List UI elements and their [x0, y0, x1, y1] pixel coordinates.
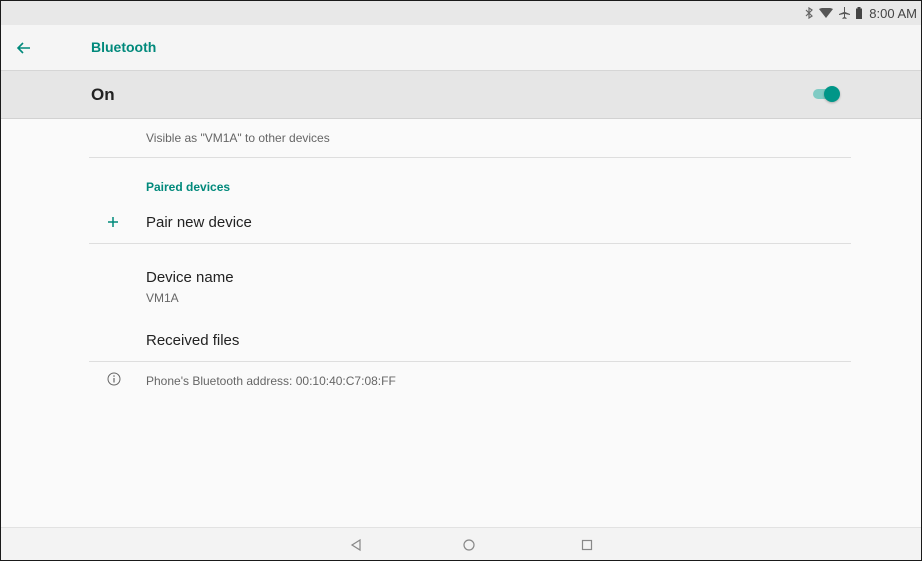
device-name-value: VM1A — [146, 291, 179, 305]
app-bar: Bluetooth — [1, 25, 921, 71]
navigation-bar — [1, 527, 921, 560]
divider — [89, 243, 851, 244]
info-icon — [107, 372, 121, 386]
device-name-label: Device name — [146, 269, 234, 286]
master-switch-label: On — [91, 85, 115, 104]
screen: 8:00 AM Bluetooth On Visible as "VM1A" t… — [0, 0, 922, 561]
received-files-label: Received files — [146, 332, 240, 349]
bluetooth-address-text: Phone's Bluetooth address: 00:10:40:C7:0… — [146, 374, 396, 388]
recents-nav-icon[interactable] — [577, 535, 597, 555]
status-icons: 8:00 AM — [804, 1, 917, 25]
pair-new-device-label: Pair new device — [146, 214, 252, 231]
back-arrow-icon[interactable] — [13, 37, 35, 59]
clock: 8:00 AM — [869, 5, 917, 21]
pair-new-device-item[interactable]: Pair new device — [89, 201, 851, 241]
divider — [89, 361, 851, 362]
wifi-icon — [819, 7, 834, 19]
received-files-item[interactable]: Received files — [89, 323, 851, 359]
device-name-item[interactable]: Device name VM1A — [89, 263, 851, 311]
status-bar: 8:00 AM — [1, 1, 921, 25]
plus-icon — [106, 215, 120, 229]
home-nav-icon[interactable] — [459, 535, 479, 555]
bluetooth-master-switch-row[interactable]: On — [1, 71, 921, 119]
bluetooth-icon — [804, 7, 814, 19]
airplane-icon — [838, 6, 851, 20]
toggle-thumb — [824, 86, 840, 102]
battery-icon — [856, 7, 863, 19]
back-nav-icon[interactable] — [346, 535, 366, 555]
bluetooth-toggle[interactable] — [813, 86, 840, 102]
divider — [89, 157, 851, 158]
page-title: Bluetooth — [91, 39, 157, 55]
section-header-paired-devices: Paired devices — [146, 180, 231, 194]
visibility-text: Visible as "VM1A" to other devices — [146, 131, 330, 145]
